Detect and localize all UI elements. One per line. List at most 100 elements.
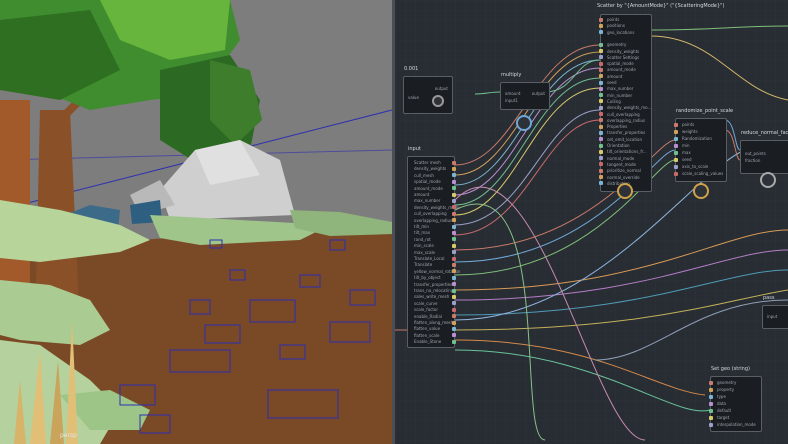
port-pin[interactable] xyxy=(674,143,678,148)
port-pin[interactable] xyxy=(452,275,456,280)
port-pin[interactable] xyxy=(599,175,603,179)
pass-node[interactable]: pass input xyxy=(762,295,788,329)
port-pin[interactable] xyxy=(674,129,678,134)
port-pin[interactable] xyxy=(452,237,456,242)
camera-label: persp xyxy=(60,432,77,439)
port-pin[interactable] xyxy=(452,224,456,229)
3d-viewport[interactable]: persp xyxy=(0,0,392,444)
port-pin[interactable] xyxy=(674,171,678,176)
port-pin[interactable] xyxy=(452,307,456,312)
viewport-scene xyxy=(0,0,392,444)
port-pin[interactable] xyxy=(452,269,456,274)
port-pin[interactable] xyxy=(452,211,456,216)
port-pin[interactable] xyxy=(599,86,603,91)
port-pin[interactable] xyxy=(452,160,456,165)
port-pin[interactable] xyxy=(599,74,603,79)
scatter-node[interactable]: Scatter by "{AmountMode}" ("{ScatteringM… xyxy=(597,3,724,192)
node-port-label: interpolation_mode xyxy=(717,422,756,427)
port-pin[interactable] xyxy=(599,162,603,167)
port-pin[interactable] xyxy=(452,243,456,248)
port-pin[interactable] xyxy=(709,422,713,427)
node-port-label: Translate xyxy=(414,262,433,268)
port-pin[interactable] xyxy=(452,288,456,293)
port-pin[interactable] xyxy=(452,173,456,178)
port-pin[interactable] xyxy=(452,262,456,267)
port-pin[interactable] xyxy=(709,415,713,420)
port-pin[interactable] xyxy=(599,156,603,161)
node-port-label: geometry xyxy=(607,42,627,48)
port-pin[interactable] xyxy=(674,164,678,169)
port-pin[interactable] xyxy=(674,157,678,162)
node-port-label: tilt_max xyxy=(414,230,431,236)
port-pin[interactable] xyxy=(709,401,713,406)
node-port-label: positions xyxy=(607,23,625,29)
set-geo-node[interactable]: Set geo (string) geometry property type dat… xyxy=(709,366,762,432)
port-pin[interactable] xyxy=(599,181,603,186)
port-pin[interactable] xyxy=(599,61,603,66)
port-pin[interactable] xyxy=(599,130,603,135)
port-pin[interactable] xyxy=(452,333,456,338)
port-pin[interactable] xyxy=(599,55,603,60)
port-pin[interactable] xyxy=(452,192,456,197)
port-pin[interactable] xyxy=(452,301,456,306)
port-pin[interactable] xyxy=(674,122,678,127)
port-pin[interactable] xyxy=(599,99,603,104)
reduce-normal-facing-node[interactable]: reduce_normal_facing out_points fraction xyxy=(740,130,788,174)
port-pin[interactable] xyxy=(452,186,456,191)
port-pin[interactable] xyxy=(452,205,456,210)
port-pin[interactable] xyxy=(599,93,603,98)
port-pin[interactable] xyxy=(599,23,603,28)
node-port-label: geometry xyxy=(717,380,737,385)
node-port-label: overlapping_radius xyxy=(607,117,646,123)
port-pin[interactable] xyxy=(709,380,713,385)
randomize-point-scale-node[interactable]: randomize_point_scale points weights Rando… xyxy=(674,108,733,182)
node-port-label: data xyxy=(717,401,727,406)
port-pin[interactable] xyxy=(452,218,456,223)
multiply-node[interactable]: multiply amount input1 output xyxy=(500,72,550,110)
port-pin[interactable] xyxy=(709,408,713,413)
port-pin[interactable] xyxy=(599,112,603,116)
port-pin[interactable] xyxy=(674,136,678,141)
node-port-label: overlapping_radius xyxy=(414,217,453,223)
port-pin[interactable] xyxy=(599,143,603,148)
port-pin[interactable] xyxy=(599,105,603,110)
port-pin[interactable] xyxy=(599,124,603,129)
port-pin[interactable] xyxy=(709,394,713,399)
node-port-label: max_number xyxy=(607,86,634,92)
node-port-label: density_weights xyxy=(607,48,640,54)
node-port-label: rand_rot xyxy=(414,236,431,242)
node-port-label: max_number xyxy=(414,198,441,204)
port-pin[interactable] xyxy=(452,256,456,261)
port-pin[interactable] xyxy=(599,80,603,85)
port-pin[interactable] xyxy=(452,250,456,255)
port-pin[interactable] xyxy=(599,118,603,123)
scatter-node-title: Scatter by "{AmountMode}" ("{ScatteringM… xyxy=(597,3,725,9)
port-pin[interactable] xyxy=(599,17,603,22)
node-port-label: Properties xyxy=(607,124,628,130)
node-graph-editor[interactable]: 0.001 value output multiply amount input… xyxy=(395,0,788,444)
input-node[interactable]: input Scatter mesh density_weights cull_me… xyxy=(407,146,460,348)
port-pin[interactable] xyxy=(709,387,713,392)
port-pin[interactable] xyxy=(599,30,603,35)
node-port-label: amount xyxy=(414,192,430,197)
port-pin[interactable] xyxy=(599,168,603,173)
value-node-title: 0.001 xyxy=(404,66,419,72)
port-pin[interactable] xyxy=(452,326,456,331)
port-pin[interactable] xyxy=(452,166,456,171)
node-port-label: cull_overlapping xyxy=(607,111,640,117)
port-pin[interactable] xyxy=(452,179,456,184)
port-pin[interactable] xyxy=(599,137,603,142)
value-node[interactable]: 0.001 value output xyxy=(403,66,453,114)
port-pin[interactable] xyxy=(452,320,456,325)
port-pin[interactable] xyxy=(599,42,603,47)
port-pin[interactable] xyxy=(452,314,456,319)
port-pin[interactable] xyxy=(452,339,456,344)
port-pin[interactable] xyxy=(674,150,678,155)
port-pin[interactable] xyxy=(452,282,456,287)
port-pin[interactable] xyxy=(599,149,603,154)
port-pin[interactable] xyxy=(599,67,603,72)
port-pin[interactable] xyxy=(452,230,456,235)
port-pin[interactable] xyxy=(599,49,603,53)
port-pin[interactable] xyxy=(452,198,456,203)
port-pin[interactable] xyxy=(452,294,456,299)
